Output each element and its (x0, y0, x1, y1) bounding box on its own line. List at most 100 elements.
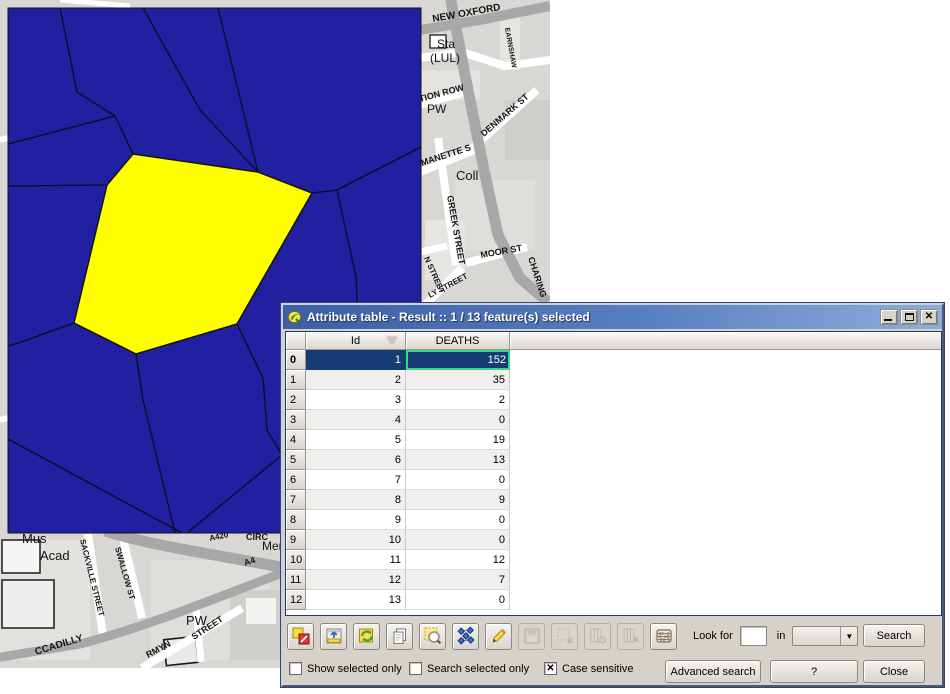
table-row[interactable]: 5 6 13 (286, 450, 941, 470)
cell-id[interactable]: 4 (306, 410, 406, 430)
corner-header[interactable] (286, 332, 306, 350)
zoom-to-selection-icon (424, 627, 442, 645)
cell-deaths[interactable]: 19 (406, 430, 510, 450)
look-for-input[interactable] (740, 626, 767, 646)
abacus-icon (655, 627, 673, 645)
cell-deaths[interactable]: 0 (406, 590, 510, 610)
table-row[interactable]: 12 13 0 (286, 590, 941, 610)
attribute-table: Id DEATHS 0 1 152 1 2 35 2 3 (285, 331, 942, 616)
maximize-icon (905, 313, 914, 321)
row-header[interactable]: 12 (286, 590, 306, 610)
toggle-editing-button[interactable] (485, 623, 512, 650)
invert-selection-icon (358, 627, 376, 645)
table-row[interactable]: 4 5 19 (286, 430, 941, 450)
table-row[interactable]: 9 10 0 (286, 530, 941, 550)
table-row[interactable]: 8 9 0 (286, 510, 941, 530)
search-button[interactable]: Search (863, 624, 925, 647)
cell-id[interactable]: 11 (306, 550, 406, 570)
row-header[interactable]: 0 (286, 350, 306, 370)
cell-deaths[interactable]: 35 (406, 370, 510, 390)
qgis-workspace: NEW OXFORD EARNSHAW Sta (LUL) TION ROW P… (0, 0, 950, 694)
attribute-table-footer: Show selected only Search selected only … (287, 658, 938, 684)
cell-id[interactable]: 3 (306, 390, 406, 410)
cell-deaths[interactable]: 13 (406, 450, 510, 470)
pan-to-selection-button[interactable] (452, 623, 479, 650)
minimize-button[interactable] (880, 309, 898, 325)
table-row[interactable]: 11 12 7 (286, 570, 941, 590)
new-column-button[interactable] (584, 623, 611, 650)
field-combo[interactable]: ▼ (792, 626, 858, 646)
cell-id[interactable]: 10 (306, 530, 406, 550)
checkbox-box[interactable] (289, 662, 302, 675)
table-row[interactable]: 2 3 2 (286, 390, 941, 410)
qgis-icon (287, 310, 302, 325)
cell-id[interactable]: 8 (306, 490, 406, 510)
label-sta: Sta (437, 37, 455, 51)
cell-id[interactable]: 7 (306, 470, 406, 490)
delete-selected-button[interactable] (551, 623, 578, 650)
table-row[interactable]: 0 1 152 (286, 350, 941, 370)
cell-deaths[interactable]: 2 (406, 390, 510, 410)
maximize-button[interactable] (900, 309, 918, 325)
table-row[interactable]: 6 7 0 (286, 470, 941, 490)
zoom-to-selection-button[interactable] (419, 623, 446, 650)
row-header[interactable]: 4 (286, 430, 306, 450)
close-button[interactable]: Close (863, 660, 925, 683)
advanced-search-button[interactable]: Advanced search (665, 660, 761, 683)
unselect-all-icon (292, 627, 310, 645)
cell-deaths[interactable]: 9 (406, 490, 510, 510)
row-header[interactable]: 10 (286, 550, 306, 570)
cell-deaths[interactable]: 0 (406, 530, 510, 550)
copy-selected-rows-button[interactable] (386, 623, 413, 650)
table-row[interactable]: 7 8 9 (286, 490, 941, 510)
combo-dropdown-button[interactable]: ▼ (840, 627, 857, 645)
cell-id[interactable]: 1 (306, 350, 406, 370)
invert-selection-button[interactable] (353, 623, 380, 650)
delete-column-button[interactable] (617, 623, 644, 650)
row-header[interactable]: 7 (286, 490, 306, 510)
cell-deaths[interactable]: 12 (406, 550, 510, 570)
row-header[interactable]: 3 (286, 410, 306, 430)
checkbox-box-checked[interactable]: ✕ (544, 662, 557, 675)
cell-deaths[interactable]: 0 (406, 470, 510, 490)
checkbox-label: Case sensitive (562, 663, 634, 675)
show-selected-only-checkbox[interactable]: Show selected only (289, 662, 402, 675)
row-header[interactable]: 11 (286, 570, 306, 590)
table-row[interactable]: 3 4 0 (286, 410, 941, 430)
cell-id[interactable]: 6 (306, 450, 406, 470)
column-header-id[interactable]: Id (306, 332, 406, 350)
close-window-button[interactable]: ✕ (920, 309, 938, 325)
label-lul: (LUL) (430, 51, 460, 65)
move-selection-to-top-button[interactable] (320, 623, 347, 650)
cell-id[interactable]: 13 (306, 590, 406, 610)
search-selected-only-checkbox[interactable]: Search selected only (409, 662, 529, 675)
cell-deaths[interactable]: 0 (406, 510, 510, 530)
minimize-icon (884, 319, 892, 321)
table-row[interactable]: 1 2 35 (286, 370, 941, 390)
row-header[interactable]: 6 (286, 470, 306, 490)
cell-id[interactable]: 5 (306, 430, 406, 450)
cell-deaths[interactable]: 7 (406, 570, 510, 590)
row-header[interactable]: 9 (286, 530, 306, 550)
cell-deaths[interactable]: 0 (406, 410, 510, 430)
row-header[interactable]: 8 (286, 510, 306, 530)
window-titlebar[interactable]: Attribute table - Result :: 1 / 13 featu… (283, 305, 942, 329)
help-button[interactable]: ? (770, 660, 858, 683)
row-header[interactable]: 1 (286, 370, 306, 390)
cell-id[interactable]: 9 (306, 510, 406, 530)
in-label: in (777, 630, 786, 642)
row-header[interactable]: 2 (286, 390, 306, 410)
save-edits-button[interactable] (518, 623, 545, 650)
row-header[interactable]: 5 (286, 450, 306, 470)
checkbox-box[interactable] (409, 662, 422, 675)
cell-id[interactable]: 12 (306, 570, 406, 590)
unselect-all-button[interactable] (287, 623, 314, 650)
label-coll: Coll (456, 168, 479, 183)
window-title: Attribute table - Result :: 1 / 13 featu… (307, 310, 880, 324)
field-calculator-button[interactable] (650, 623, 677, 650)
table-row[interactable]: 10 11 12 (286, 550, 941, 570)
column-header-deaths[interactable]: DEATHS (406, 332, 510, 350)
cell-id[interactable]: 2 (306, 370, 406, 390)
cell-deaths-current[interactable]: 152 (406, 350, 510, 370)
case-sensitive-checkbox[interactable]: ✕ Case sensitive (544, 662, 634, 675)
